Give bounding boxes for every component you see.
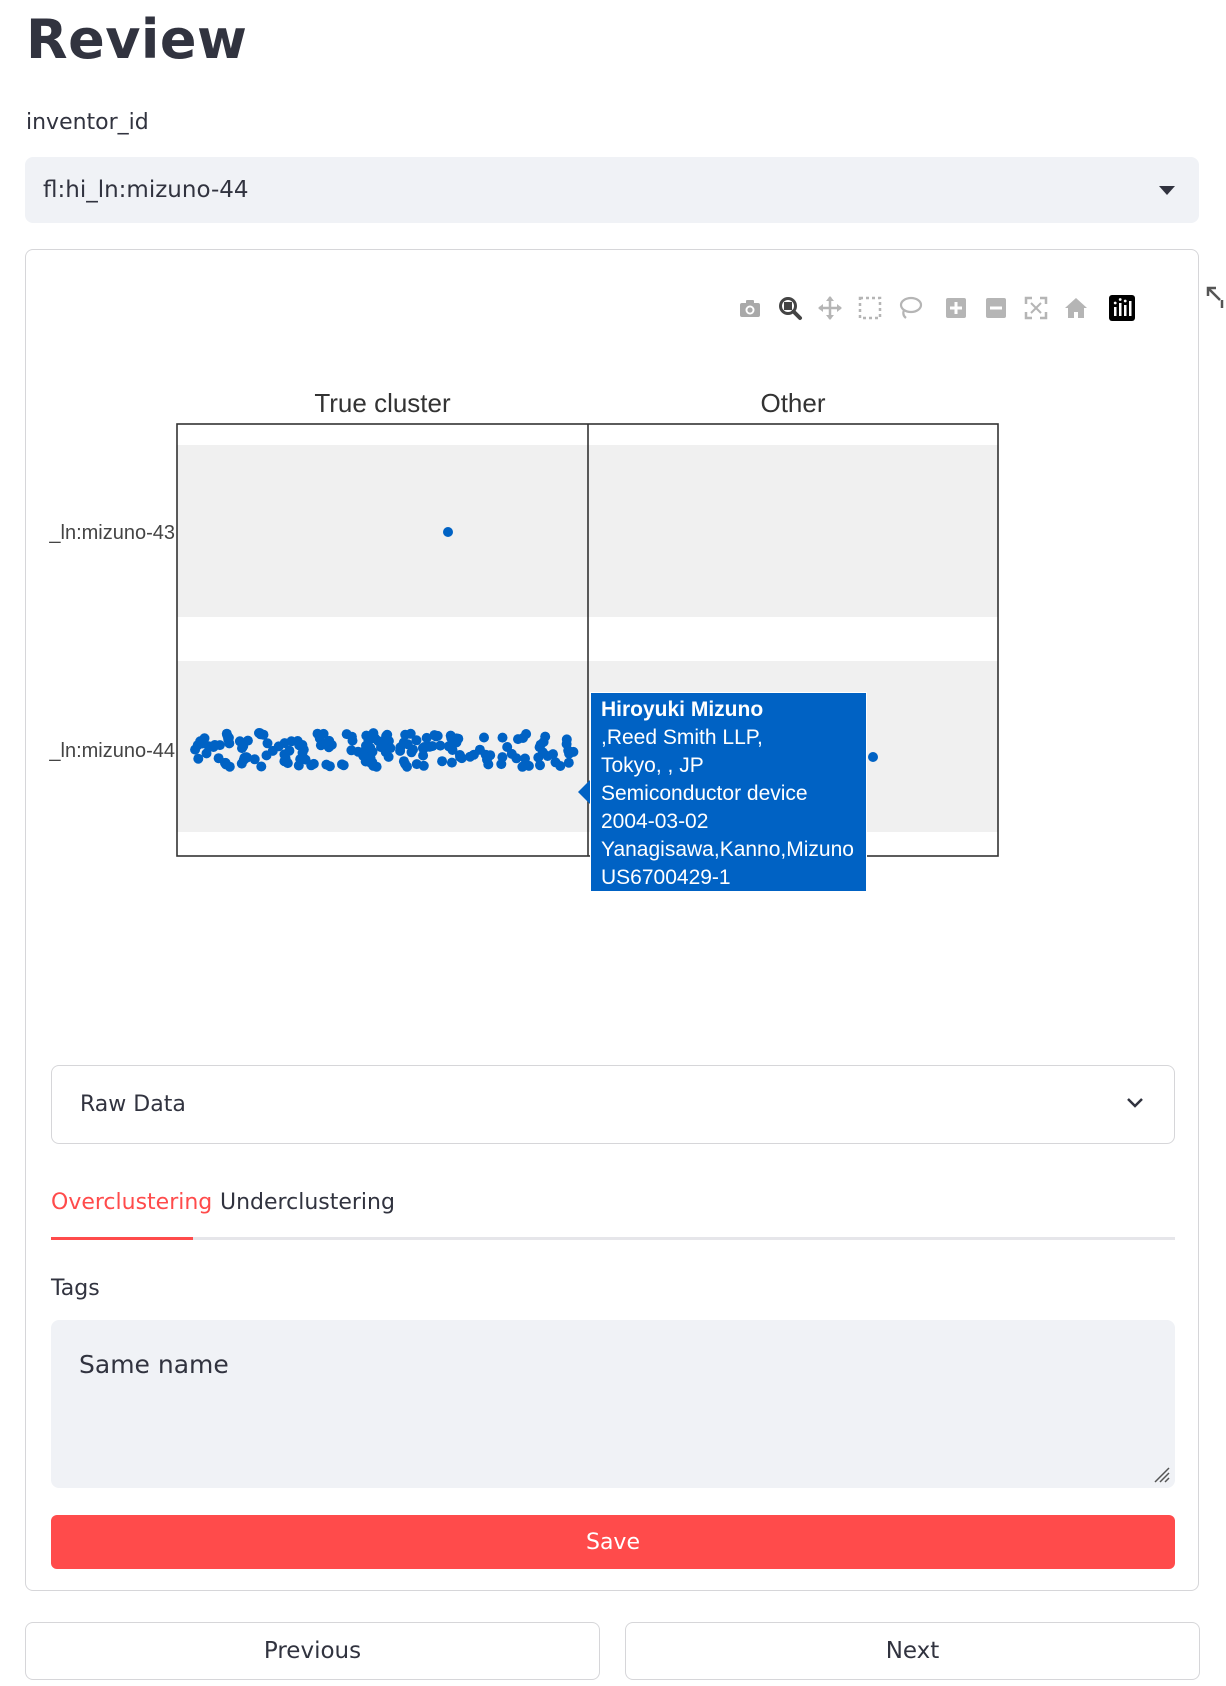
camera-icon[interactable] xyxy=(735,293,765,323)
tooltip-pointer xyxy=(578,780,590,804)
raw-data-expander[interactable]: Raw Data xyxy=(51,1065,1175,1144)
inventor-id-value: fl:hi_ln:mizuno-44 xyxy=(43,177,249,203)
save-button[interactable]: Save xyxy=(51,1515,1175,1569)
box-select-icon[interactable] xyxy=(855,293,885,323)
reset-axes-icon[interactable] xyxy=(1061,293,1091,323)
clustering-tabs: Overclustering Underclustering xyxy=(51,1186,1175,1240)
fullscreen-icon[interactable] xyxy=(1206,286,1224,310)
tags-value: Same name xyxy=(79,1350,229,1379)
tags-textarea[interactable]: Same name xyxy=(51,1320,1175,1488)
tooltip-patent: US6700429-1 xyxy=(601,866,731,889)
autoscale-icon[interactable] xyxy=(1021,293,1051,323)
next-button[interactable]: Next xyxy=(625,1622,1200,1680)
lasso-select-icon[interactable] xyxy=(895,293,925,323)
zoom-out-icon[interactable] xyxy=(981,293,1011,323)
caret-down-icon xyxy=(1159,186,1175,195)
hover-tooltip: Hiroyuki Mizuno ,Reed Smith LLP, Tokyo, … xyxy=(590,692,867,892)
tab-underclustering[interactable]: Underclustering xyxy=(220,1190,395,1215)
zoom-icon[interactable] xyxy=(775,293,805,323)
inventor-id-select[interactable]: fl:hi_ln:mizuno-44 xyxy=(25,157,1199,223)
raw-data-label: Raw Data xyxy=(80,1092,186,1117)
tooltip-firm: ,Reed Smith LLP, xyxy=(601,726,763,749)
active-tab-indicator xyxy=(51,1237,193,1240)
plotly-logo-icon[interactable] xyxy=(1107,293,1137,323)
previous-button[interactable]: Previous xyxy=(25,1622,600,1680)
tooltip-date: 2004-03-02 xyxy=(601,810,709,833)
tooltip-title: Semiconductor device xyxy=(601,782,808,805)
tab-overclustering[interactable]: Overclustering xyxy=(51,1190,212,1215)
tooltip-inventor-name: Hiroyuki Mizuno xyxy=(601,698,764,721)
tooltip-coinventors: Yanagisawa,Kanno,Mizuno xyxy=(601,838,854,861)
page-title: Review xyxy=(26,8,248,71)
plot-modebar xyxy=(735,292,1147,324)
chevron-down-icon xyxy=(1127,1098,1143,1108)
inventor-id-label: inventor_id xyxy=(26,110,149,135)
tooltip-location: Tokyo, , JP xyxy=(601,754,704,777)
resize-handle-icon[interactable] xyxy=(1151,1464,1171,1484)
tags-label: Tags xyxy=(51,1276,100,1301)
zoom-in-icon[interactable] xyxy=(941,293,971,323)
pan-icon[interactable] xyxy=(815,293,845,323)
